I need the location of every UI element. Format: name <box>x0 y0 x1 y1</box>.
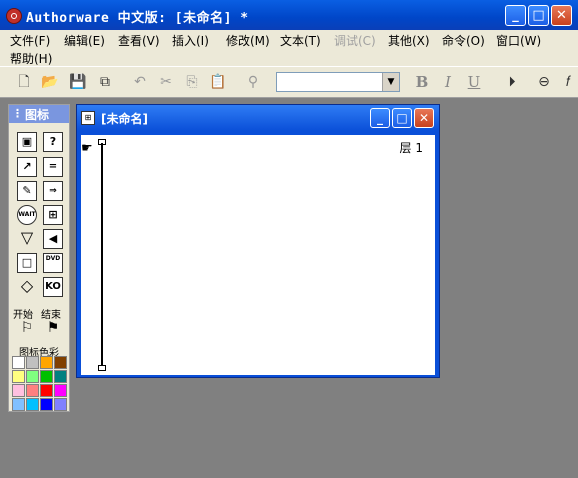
chevron-down-icon[interactable]: ▼ <box>382 73 399 91</box>
navigate-icon[interactable]: ⇒ <box>43 181 63 201</box>
color-swatch[interactable] <box>26 398 39 411</box>
map-icon[interactable]: □ <box>17 253 37 273</box>
color-swatch[interactable] <box>26 356 39 369</box>
save-all-icon[interactable]: 💾 <box>68 72 88 92</box>
group-icon[interactable]: ◇ <box>17 277 37 297</box>
menu-window[interactable]: 窗口(W) <box>496 32 541 49</box>
italic-icon[interactable]: I <box>438 72 458 92</box>
control-panel-icon[interactable]: ⊖ <box>534 72 554 92</box>
menu-commands[interactable]: 命令(O) <box>442 32 485 49</box>
icon-colors-label: 图标色彩 <box>19 348 59 359</box>
color-swatch[interactable] <box>12 356 25 369</box>
cut-icon[interactable]: ✂ <box>156 72 176 92</box>
color-swatch[interactable] <box>40 398 53 411</box>
calculation-icon[interactable]: = <box>43 157 63 177</box>
grip-icon[interactable]: ⋮ <box>12 107 23 120</box>
menu-insert[interactable]: 插入(I) <box>172 32 209 49</box>
import-icon[interactable]: ⧉ <box>95 72 115 92</box>
flowline[interactable] <box>101 143 103 369</box>
menu-bar: 文件(F) 编辑(E) 查看(V) 插入(I) 修改(M) 文本(T) 调试(C… <box>0 30 578 66</box>
icon-palette: ⋮ 图标 ▣ ? ↗ = ✎ ⇒ WAIT ⊞ ▽ ◀ □ DVD ◇ KO 开… <box>8 104 70 412</box>
text-style-combo[interactable]: ▼ <box>276 72 400 92</box>
color-swatch[interactable] <box>54 370 67 383</box>
find-icon[interactable]: ⚲ <box>243 72 263 92</box>
color-swatch[interactable] <box>54 356 67 369</box>
end-flag-icon[interactable]: ⚑ <box>43 319 63 339</box>
sound-icon[interactable]: ◀ <box>43 229 63 249</box>
wait-icon[interactable]: WAIT <box>17 205 37 225</box>
color-swatch[interactable] <box>26 370 39 383</box>
color-swatch[interactable] <box>12 398 25 411</box>
menu-file[interactable]: 文件(F) <box>10 32 50 49</box>
color-swatch[interactable] <box>12 370 25 383</box>
color-swatch[interactable] <box>12 384 25 397</box>
minimize-button[interactable]: _ <box>505 5 526 26</box>
menu-modify[interactable]: 修改(M) <box>226 32 270 49</box>
knowledge-object-icon[interactable]: KO <box>43 277 63 297</box>
color-swatch[interactable] <box>26 384 39 397</box>
erase-icon[interactable]: ✎ <box>17 181 37 201</box>
authorware-app-icon[interactable] <box>6 8 22 24</box>
document-title: [未命名] <box>101 112 148 126</box>
paste-icon[interactable]: 📋 <box>208 72 228 92</box>
display-icon[interactable]: ▣ <box>17 132 37 152</box>
doc-maximize-button[interactable]: □ <box>392 108 412 128</box>
color-swatch[interactable] <box>54 398 67 411</box>
functions-icon[interactable]: 𝑓 <box>558 72 578 92</box>
document-title-bar[interactable]: ⊞ [未命名] _ □ ✕ <box>77 105 439 131</box>
open-icon[interactable]: 📂 <box>40 72 60 92</box>
app-title-bar[interactable]: Authorware 中文版: [未命名] * _ □ ✕ <box>0 0 578 30</box>
flowline-end-node <box>98 365 106 371</box>
start-flag-icon[interactable]: ⚐ <box>17 319 37 339</box>
icon-palette-title: 图标 <box>25 108 50 122</box>
close-button[interactable]: ✕ <box>551 5 572 26</box>
decision-icon[interactable]: ▽ <box>17 229 37 249</box>
dvd-icon[interactable]: DVD <box>43 253 63 273</box>
menu-view[interactable]: 查看(V) <box>118 32 160 49</box>
copy-icon[interactable]: ⎘ <box>182 72 202 92</box>
underline-icon[interactable]: U <box>464 72 484 92</box>
level-indicator: 层 1 <box>399 141 423 155</box>
run-icon[interactable]: ⏵ <box>502 72 522 92</box>
doc-minimize-button[interactable]: _ <box>370 108 390 128</box>
app-title: Authorware 中文版: [未命名] * <box>26 11 249 26</box>
flowchart-window-icon: ⊞ <box>81 111 95 125</box>
color-swatch[interactable] <box>40 356 53 369</box>
icon-palette-header[interactable]: ⋮ 图标 <box>9 105 69 123</box>
menu-text[interactable]: 文本(T) <box>280 32 321 49</box>
framework-icon[interactable]: ⊞ <box>43 205 63 225</box>
menu-edit[interactable]: 编辑(E) <box>64 32 105 49</box>
undo-icon[interactable]: ↶ <box>130 72 150 92</box>
color-swatch[interactable] <box>54 384 67 397</box>
menu-other[interactable]: 其他(X) <box>388 32 430 49</box>
document-window[interactable]: ⊞ [未命名] _ □ ✕ ☛ 层 1 <box>76 104 440 378</box>
motion-icon[interactable]: ↗ <box>17 157 37 177</box>
pointer-hand-icon[interactable]: ☛ <box>81 141 93 156</box>
menu-help[interactable]: 帮助(H) <box>10 50 52 67</box>
maximize-button[interactable]: □ <box>528 5 549 26</box>
doc-close-button[interactable]: ✕ <box>414 108 434 128</box>
flowchart-canvas[interactable]: ☛ 层 1 <box>81 135 435 375</box>
interaction-icon[interactable]: ? <box>43 132 63 152</box>
bold-icon[interactable]: B <box>412 72 432 92</box>
new-icon[interactable]: 🗋 <box>14 72 34 92</box>
color-swatch[interactable] <box>40 370 53 383</box>
color-swatch[interactable] <box>40 384 53 397</box>
menu-debug[interactable]: 调试(C) <box>334 32 376 49</box>
